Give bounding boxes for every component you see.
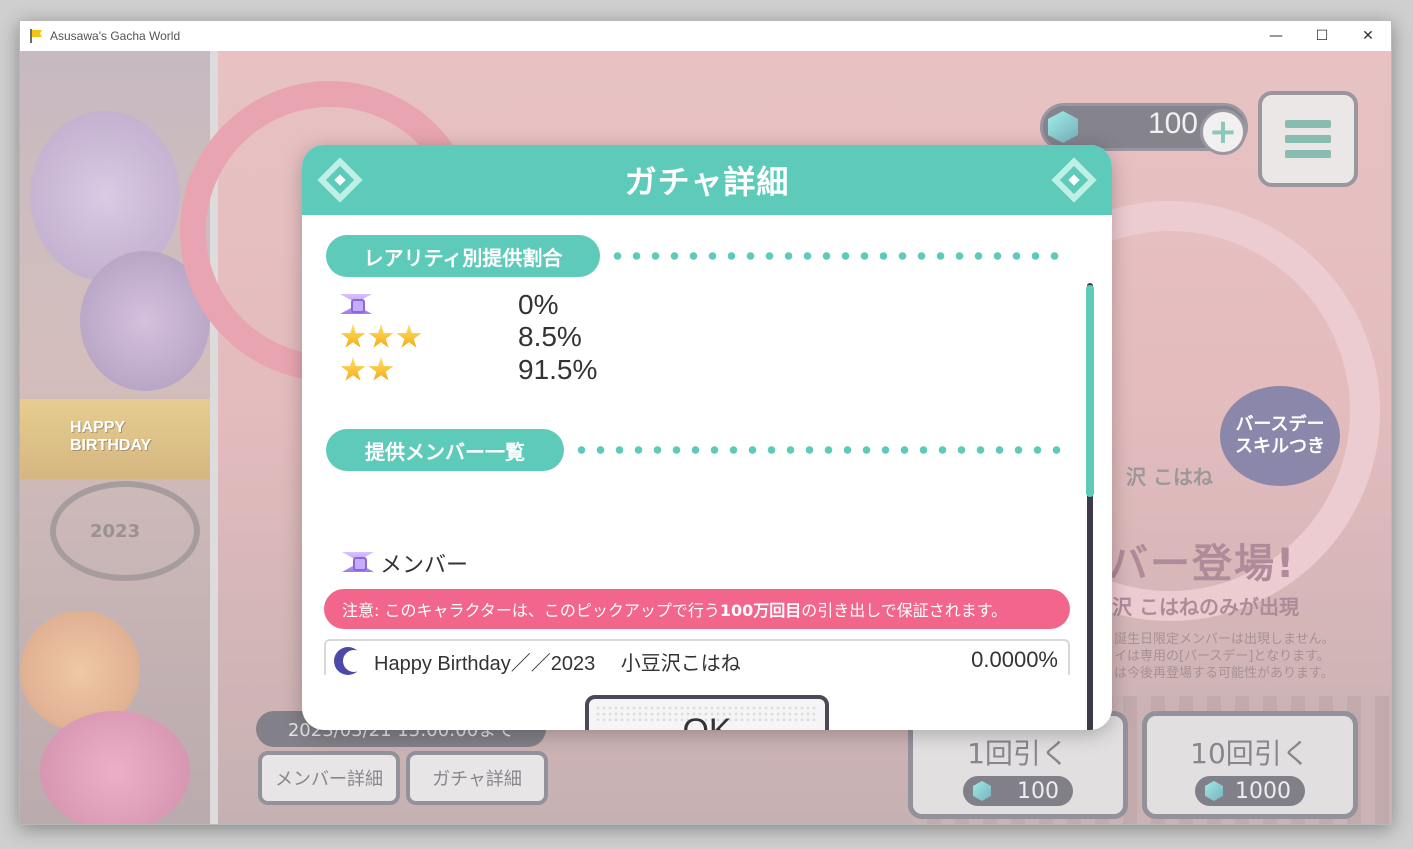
rate-value: 0% — [518, 289, 559, 320]
app-window: Asusawa's Gacha World — ☐ ✕ HAPPY BIRTHD… — [19, 20, 1392, 825]
member-rate: 0.0000% — [971, 647, 1058, 672]
notice-text: の引き出しで保証されます。 — [801, 601, 1008, 620]
ribbon-icon — [340, 292, 372, 318]
rate-value: 8.5% — [518, 321, 582, 352]
member-heading-label: メンバー — [380, 553, 469, 578]
close-button[interactable]: ✕ — [1345, 21, 1391, 51]
gacha-detail-dialog: ガチャ詳細 レアリティ別提供割合 0% 8.5% 91.5% 提供メンバー一覧 … — [302, 145, 1112, 730]
star-icon — [396, 324, 422, 348]
moon-icon — [334, 647, 365, 675]
scrollbar-thumb[interactable] — [1086, 285, 1094, 497]
rarity-section-title: レアリティ別提供割合 — [326, 235, 600, 277]
notice-text: 注意: このキャラクターは、このピックアップで行う — [342, 601, 720, 620]
maximize-button[interactable]: ☐ — [1299, 21, 1345, 51]
dialog-title: ガチャ詳細 — [624, 163, 790, 201]
ribbon-icon — [342, 550, 374, 576]
member-heading: メンバー — [342, 547, 468, 579]
dotted-divider — [608, 251, 1064, 261]
member-name: Happy Birthday／／2023 小豆沢こはね — [374, 653, 741, 675]
members-section-title: 提供メンバー一覧 — [326, 429, 564, 471]
star-icon — [340, 324, 366, 348]
flag-icon — [28, 28, 44, 44]
ok-label: OK — [682, 712, 731, 731]
rate-value: 91.5% — [518, 354, 598, 385]
star-icon — [340, 357, 366, 381]
title-bar: Asusawa's Gacha World — ☐ ✕ — [20, 21, 1391, 51]
notice-emphasis: 100万回目 — [719, 601, 802, 620]
window-title: Asusawa's Gacha World — [50, 29, 181, 43]
rate-row-3star: 8.5% — [340, 321, 582, 353]
window-controls: — ☐ ✕ — [1253, 21, 1391, 51]
star-icon — [368, 324, 394, 348]
member-row[interactable]: Happy Birthday／／2023 小豆沢こはね 0.0000% — [324, 639, 1070, 675]
game-canvas: HAPPY BIRTHDAY 2023 バースデー スキルつき 沢 こはね バー… — [20, 51, 1391, 824]
guarantee-notice: 注意: このキャラクターは、このピックアップで行う 100万回目 の引き出しで保証さ… — [324, 589, 1070, 629]
rate-row-2star: 91.5% — [340, 354, 597, 386]
star-icon — [368, 357, 394, 381]
ok-button[interactable]: OK — [585, 695, 829, 730]
minimize-button[interactable]: — — [1253, 21, 1299, 51]
dotted-divider — [572, 445, 1064, 455]
rate-row-birthday: 0% — [340, 289, 558, 321]
